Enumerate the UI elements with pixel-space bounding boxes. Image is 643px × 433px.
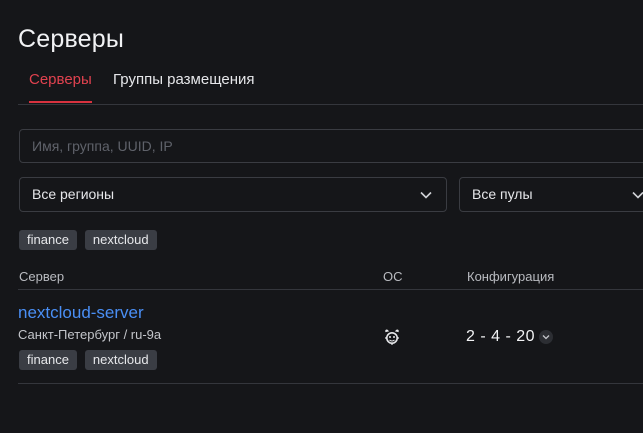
freebsd-icon (383, 328, 401, 346)
pool-select-value: Все пулы (472, 186, 533, 202)
pool-select[interactable]: Все пулы (459, 177, 643, 212)
server-tags: finance nextcloud (19, 350, 165, 370)
table-row[interactable]: nextcloud-server Санкт-Петербург / ru-9a… (18, 290, 643, 384)
server-config: 2 - 4 - 20 (466, 328, 536, 345)
chevron-down-icon (420, 178, 432, 211)
chevron-down-icon (542, 335, 550, 340)
tabs: Серверы Группы размещения (18, 60, 643, 105)
tab-servers[interactable]: Серверы (29, 60, 92, 103)
server-location: Санкт-Петербург / ru-9a (18, 327, 162, 342)
tag-filters: finance nextcloud (19, 230, 165, 250)
search-field[interactable] (19, 129, 643, 163)
server-tag-finance[interactable]: finance (19, 350, 77, 370)
server-tag-nextcloud[interactable]: nextcloud (84, 350, 157, 370)
tag-filter-finance[interactable]: finance (19, 230, 77, 250)
column-header-config: Конфигурация (467, 269, 555, 284)
tab-placement-groups[interactable]: Группы размещения (113, 60, 255, 103)
column-header-os: ОС (383, 269, 403, 284)
config-expand-button[interactable] (539, 330, 553, 344)
column-header-server: Сервер (19, 269, 65, 284)
server-name-link[interactable]: nextcloud-server (18, 303, 144, 323)
tag-filter-nextcloud[interactable]: nextcloud (84, 230, 157, 250)
page-title: Серверы (18, 24, 125, 53)
table-header: Сервер ОС Конфигурация (18, 262, 643, 290)
region-select[interactable]: Все регионы (19, 177, 447, 212)
search-input[interactable] (20, 130, 643, 162)
region-select-value: Все регионы (32, 186, 115, 202)
chevron-down-icon (632, 178, 643, 211)
